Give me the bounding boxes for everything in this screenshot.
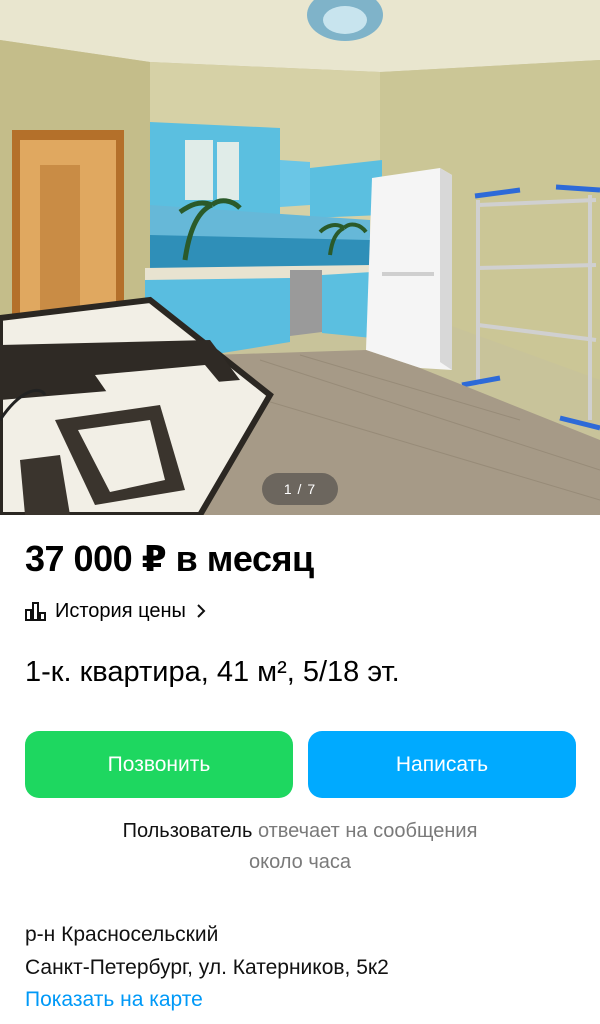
- call-button[interactable]: Позвонить: [25, 731, 293, 798]
- reply-text-line1: отвечает на сообщения: [257, 820, 478, 842]
- show-on-map-link[interactable]: Показать на карте: [25, 988, 203, 1012]
- photo-counter: 1 / 7: [262, 473, 338, 505]
- address-district: р-н Красносельский: [25, 923, 219, 946]
- listing-title: 1-к. квартира, 41 м², 5/18 эт.: [25, 656, 400, 688]
- listing-photo[interactable]: 1 / 7: [0, 0, 600, 515]
- reply-text-line2: около часа: [248, 851, 352, 873]
- price-history-link[interactable]: История цены: [25, 597, 208, 625]
- seller-reply-info: Пользователь отвечает на сообщения около…: [0, 816, 600, 878]
- listing-price: 37 000 ₽ в месяц: [25, 538, 314, 579]
- reply-user-label: Пользователь: [122, 820, 253, 842]
- chevron-right-icon: [194, 601, 208, 621]
- address-street: Санкт-Петербург, ул. Катерников, 5к2: [25, 956, 389, 979]
- kitchen-photo-image: [0, 0, 600, 515]
- write-button[interactable]: Написать: [308, 731, 576, 798]
- price-history-label: История цены: [55, 599, 186, 622]
- bar-chart-icon: [25, 601, 47, 621]
